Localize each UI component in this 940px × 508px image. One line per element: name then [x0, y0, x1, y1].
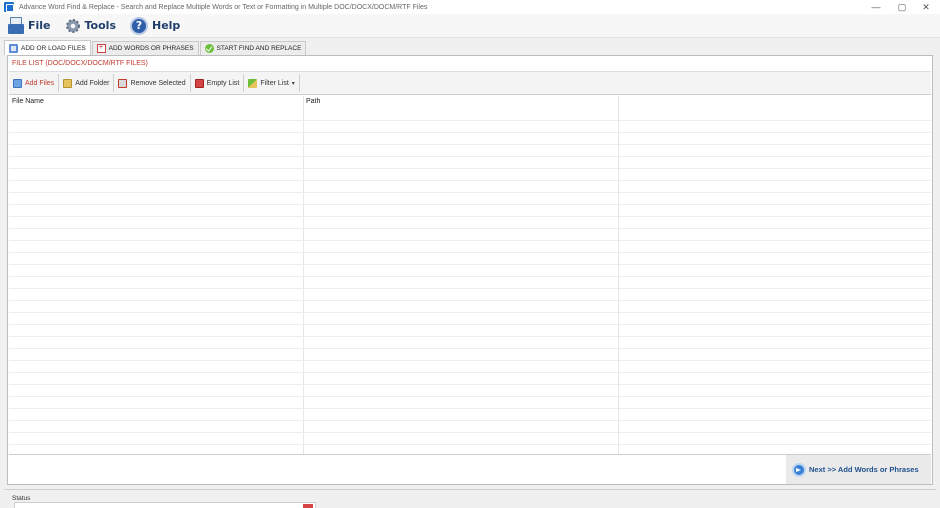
add-files-label: Add Files	[25, 79, 55, 87]
gear-icon	[65, 18, 81, 34]
table-row	[9, 433, 931, 445]
panel-footer: Next >> Add Words or Phrases	[9, 454, 931, 484]
file-list-table[interactable]: File Name Path	[9, 96, 931, 454]
file-toolbar: Add Files Add Folder Remove Selected Emp…	[9, 71, 931, 95]
menu-help-label: Help	[152, 19, 181, 32]
column-header-path[interactable]: Path	[303, 96, 618, 108]
empty-list-button[interactable]: Empty List	[191, 73, 244, 93]
toolbar-separator	[298, 74, 300, 92]
title-bar: Advance Word Find & Replace - Search and…	[0, 0, 940, 14]
table-row	[9, 409, 931, 421]
table-header: File Name Path	[9, 96, 931, 108]
tab-label: ADD WORDS OR PHRASES	[108, 45, 194, 52]
table-row	[9, 373, 931, 385]
tab-strip: ADD OR LOAD FILES ADD WORDS OR PHRASES S…	[4, 40, 307, 55]
table-row	[9, 169, 931, 181]
chevron-down-icon: ▾	[291, 80, 295, 87]
trash-icon	[194, 78, 204, 88]
arrow-right-icon	[792, 462, 806, 477]
table-row	[9, 157, 931, 169]
table-row	[9, 133, 931, 145]
remove-selected-label: Remove Selected	[130, 79, 186, 87]
menu-bar: File Tools ? Help	[0, 14, 940, 38]
status-indicator	[303, 504, 313, 508]
filter-list-dropdown[interactable]: Filter List ▾	[244, 73, 298, 93]
table-row	[9, 349, 931, 361]
empty-list-label: Empty List	[206, 79, 240, 87]
add-files-button[interactable]: Add Files	[9, 73, 58, 93]
close-button[interactable]: ✕	[912, 0, 940, 14]
table-row	[9, 241, 931, 253]
table-row	[9, 313, 931, 325]
tab-add-words-or-phrases[interactable]: ADD WORDS OR PHRASES	[91, 41, 199, 55]
window-title: Advance Word Find & Replace - Search and…	[19, 3, 428, 11]
add-folder-icon	[63, 78, 73, 88]
remove-icon	[118, 78, 128, 88]
folder-icon	[9, 43, 18, 53]
table-row	[9, 181, 931, 193]
table-body	[9, 109, 931, 454]
menu-file-label: File	[28, 19, 51, 32]
remove-selected-button[interactable]: Remove Selected	[114, 73, 189, 93]
table-row	[9, 277, 931, 289]
checkmark-icon	[204, 44, 214, 53]
table-row	[9, 337, 931, 349]
table-row	[9, 217, 931, 229]
column-header-file-name[interactable]: File Name	[9, 96, 303, 108]
table-row	[9, 325, 931, 337]
tab-start-find-and-replace[interactable]: START FIND AND REPLACE	[199, 41, 307, 55]
table-row	[9, 265, 931, 277]
add-document-icon	[96, 42, 106, 53]
table-row	[9, 289, 931, 301]
table-row	[9, 301, 931, 313]
tab-add-or-load-files[interactable]: ADD OR LOAD FILES	[4, 40, 91, 55]
help-icon: ?	[130, 16, 148, 35]
tab-label: ADD OR LOAD FILES	[21, 44, 86, 52]
filter-list-label: Filter List	[260, 79, 289, 87]
table-row	[9, 253, 931, 265]
menu-help[interactable]: ? Help	[130, 16, 181, 35]
table-row	[9, 193, 931, 205]
column-header-extra	[618, 96, 931, 108]
app-icon	[4, 2, 14, 12]
add-folder-label: Add Folder	[75, 79, 110, 87]
table-row	[9, 229, 931, 241]
table-row	[9, 205, 931, 217]
menu-file[interactable]: File	[8, 16, 51, 35]
table-row	[9, 385, 931, 397]
panel-title: FILE LIST (DOC/DOCX/DOCM/RTF FILES)	[12, 60, 148, 67]
add-files-icon	[13, 78, 22, 88]
filter-icon	[248, 78, 258, 88]
tab-label: START FIND AND REPLACE	[216, 45, 302, 52]
table-row	[9, 109, 931, 121]
status-panel	[14, 502, 316, 508]
minimize-button[interactable]: —	[862, 0, 890, 14]
file-list-panel: FILE LIST (DOC/DOCX/DOCM/RTF FILES) Add …	[7, 55, 933, 485]
menu-tools[interactable]: Tools	[65, 18, 116, 34]
table-row	[9, 121, 931, 133]
table-row	[9, 397, 931, 409]
table-row	[9, 421, 931, 433]
next-button-label: Next >> Add Words or Phrases	[809, 465, 919, 474]
status-bar: Status	[4, 489, 936, 508]
table-row	[9, 145, 931, 157]
table-row	[9, 361, 931, 373]
next-add-words-button[interactable]: Next >> Add Words or Phrases	[786, 455, 931, 484]
add-folder-button[interactable]: Add Folder	[59, 73, 113, 93]
file-icon	[8, 16, 24, 35]
status-label: Status	[12, 495, 31, 502]
menu-tools-label: Tools	[84, 19, 116, 32]
